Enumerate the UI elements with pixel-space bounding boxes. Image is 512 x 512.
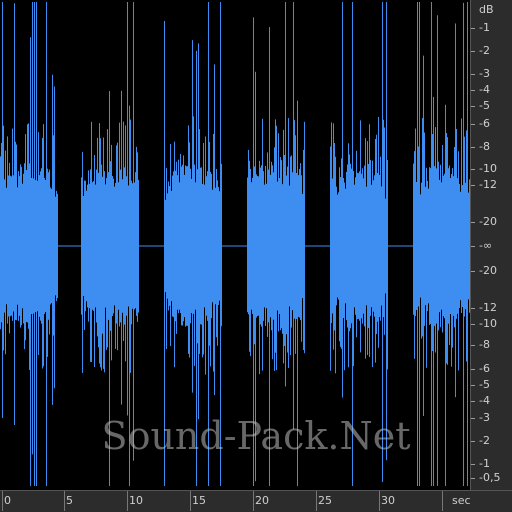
db-tick-label: -20 [479, 215, 497, 228]
db-tick-label: -8 [479, 338, 490, 351]
db-tick-label: -2 [479, 434, 490, 447]
db-tick [471, 385, 475, 386]
db-tick-label: -5 [479, 99, 490, 112]
db-tick [471, 169, 475, 170]
db-tick-label: -20 [479, 264, 497, 277]
db-tick-label: -6 [479, 117, 490, 130]
time-tick-label: 5 [66, 494, 73, 507]
db-tick-label: -3 [479, 411, 490, 424]
time-tick-label: 0 [4, 494, 11, 507]
db-tick-label: -6 [479, 362, 490, 375]
time-ruler: 0 5 10 15 20 25 30 sec [0, 490, 512, 512]
db-unit-label: dB [479, 3, 494, 16]
time-unit-label: sec [452, 494, 471, 507]
db-tick-label: -4 [479, 394, 490, 407]
db-tick [471, 147, 475, 148]
waveform-panel[interactable] [0, 0, 470, 490]
time-tick [127, 491, 128, 511]
time-tick [2, 491, 3, 511]
db-tick [471, 222, 475, 223]
time-tick [64, 491, 65, 511]
time-tick [316, 491, 317, 511]
db-tick [471, 324, 475, 325]
db-tick-label: -5 [479, 378, 490, 391]
db-tick-label: -∞ [479, 239, 493, 252]
db-tick [471, 441, 475, 442]
time-tick-label: 15 [192, 494, 206, 507]
waveform-burst [330, 2, 388, 486]
db-tick [471, 271, 475, 272]
waveform-spikes [330, 117, 388, 374]
waveform-burst [413, 2, 470, 486]
db-ruler: dB -1 -2 -3 -4 -5 -6 -8 -10 -12 -20 -∞ -20 -12 -10 -8 -… [470, 0, 512, 490]
db-tick [471, 28, 475, 29]
db-tick [471, 90, 475, 91]
db-tick-label: -10 [479, 317, 497, 330]
time-tick-label: 30 [381, 494, 395, 507]
db-tick [471, 418, 475, 419]
db-tick-label: -12 [479, 178, 497, 191]
db-tick-label: -2 [479, 44, 490, 57]
db-tick [471, 464, 475, 465]
time-tick [253, 491, 254, 511]
audio-editor-view: dB -1 -2 -3 -4 -5 -6 -8 -10 -12 -20 -∞ -20 -12 -10 -8-… [0, 0, 512, 512]
time-tick-label: 25 [318, 494, 332, 507]
db-tick [471, 185, 475, 186]
db-tick-label: -12 [479, 301, 497, 314]
time-tick-label: 20 [255, 494, 269, 507]
db-tick [471, 74, 475, 75]
db-tick-label: -8 [479, 140, 490, 153]
db-tick-label: -0,5 [479, 471, 501, 484]
time-tick [379, 491, 380, 511]
db-tick-label: -10 [479, 162, 497, 175]
db-tick [471, 478, 475, 479]
waveform-burst [0, 2, 58, 486]
db-tick [471, 345, 475, 346]
db-tick [471, 51, 475, 52]
time-tick [190, 491, 191, 511]
waveform-spikes [166, 116, 222, 375]
db-tick [471, 124, 475, 125]
waveform-burst [247, 2, 305, 486]
db-tick [471, 369, 475, 370]
db-tick [471, 308, 475, 309]
db-tick-label: -4 [479, 83, 490, 96]
waveform-burst [164, 2, 222, 486]
db-tick-label: -1 [479, 457, 490, 470]
waveform-burst [81, 2, 139, 486]
db-tick-label: -3 [479, 67, 490, 80]
waveform-svg [0, 2, 470, 486]
db-tick [471, 246, 475, 247]
time-tick [442, 491, 443, 511]
time-tick-label: 10 [129, 494, 143, 507]
db-tick [471, 106, 475, 107]
db-tick [471, 401, 475, 402]
db-tick-label: -1 [479, 21, 490, 34]
